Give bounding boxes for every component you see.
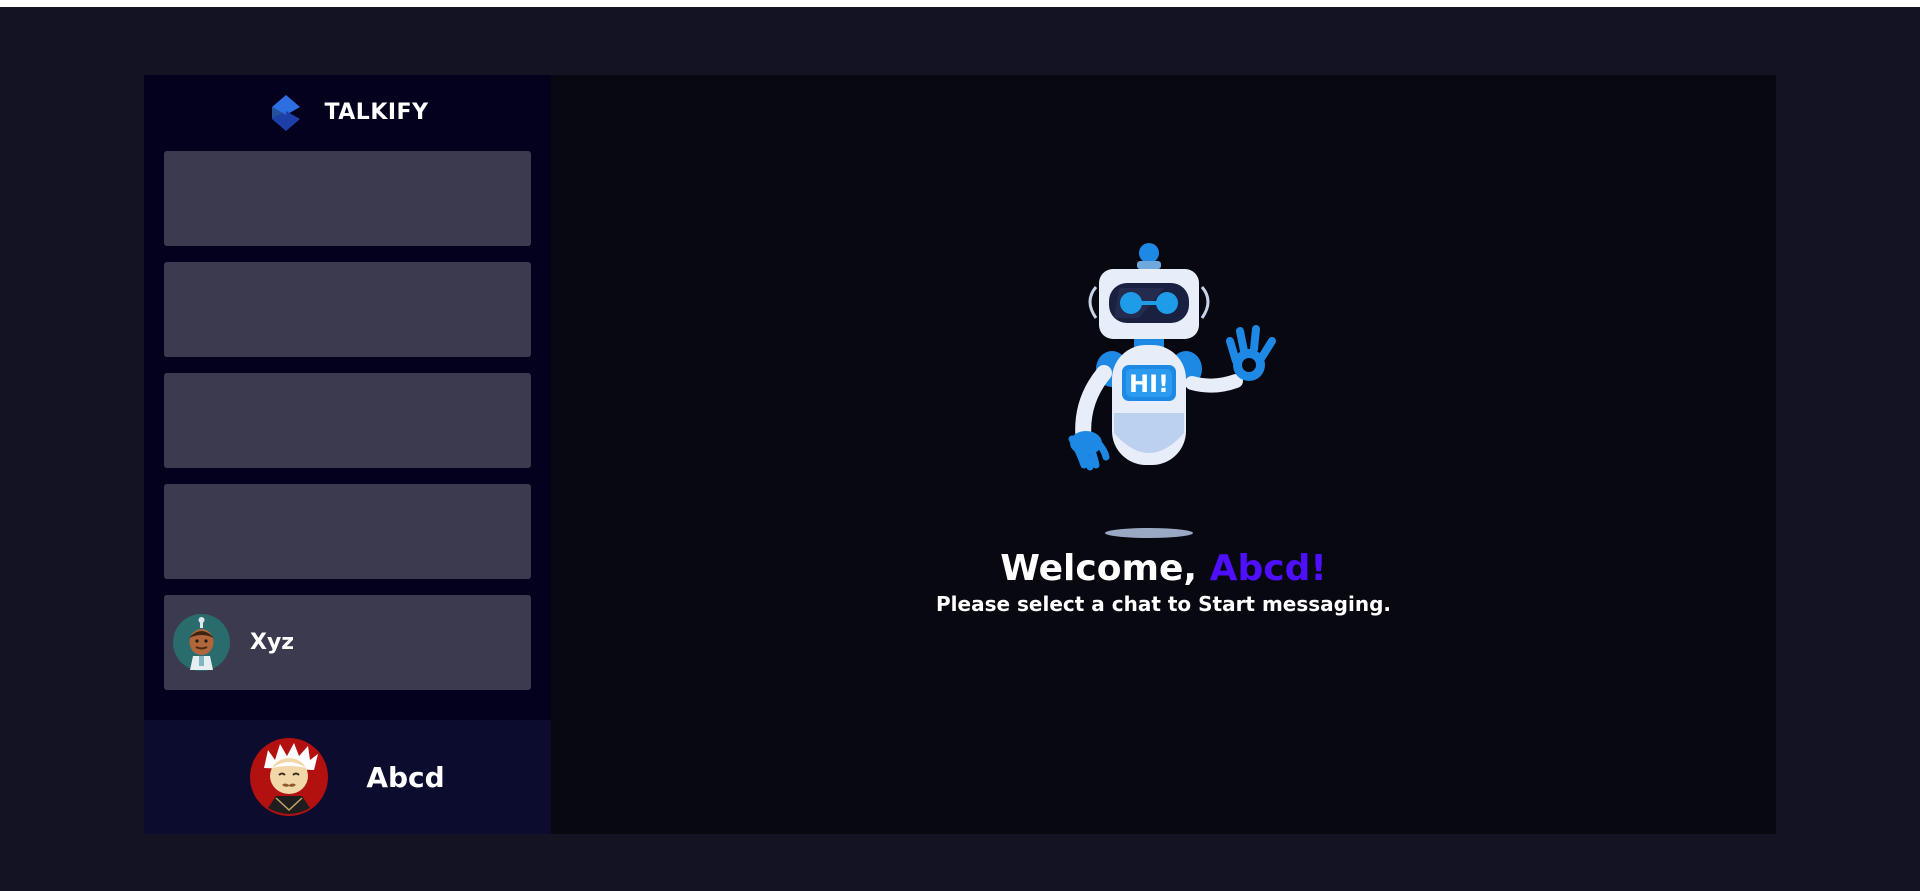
brand-name: TALKIFY <box>324 100 429 125</box>
robot-waving-icon: HI! <box>1068 243 1276 538</box>
chat-app: TALKIFY Xyz Abcd HI! Welcome, Abcd! Plea… <box>144 75 1776 834</box>
current-user-name: Abcd <box>366 760 445 794</box>
contact-item-xyz[interactable]: Xyz <box>164 595 531 690</box>
contact-item[interactable] <box>164 151 531 246</box>
sidebar: TALKIFY Xyz Abcd <box>144 75 551 834</box>
welcome-panel: HI! Welcome, Abcd! Please select a chat … <box>551 243 1776 617</box>
contact-item[interactable] <box>164 262 531 357</box>
diamond-logo-icon <box>272 94 301 131</box>
avatar[interactable] <box>250 738 329 816</box>
welcome-greeting: Welcome, <box>1000 548 1210 589</box>
current-user-panel: Abcd <box>144 720 551 834</box>
avatar <box>173 614 230 671</box>
brand: TALKIFY <box>144 75 551 150</box>
contact-name: Xyz <box>250 630 295 655</box>
contact-list: Xyz <box>164 151 531 706</box>
welcome-username: Abcd! <box>1209 548 1327 589</box>
welcome-title: Welcome, Abcd! <box>551 547 1776 591</box>
top-strip <box>0 0 1920 7</box>
badge-text: HI! <box>1129 370 1169 398</box>
contact-item[interactable] <box>164 484 531 579</box>
chat-area: HI! Welcome, Abcd! Please select a chat … <box>551 75 1776 834</box>
contact-item[interactable] <box>164 373 531 468</box>
welcome-subtitle: Please select a chat to Start messaging. <box>936 592 1391 616</box>
